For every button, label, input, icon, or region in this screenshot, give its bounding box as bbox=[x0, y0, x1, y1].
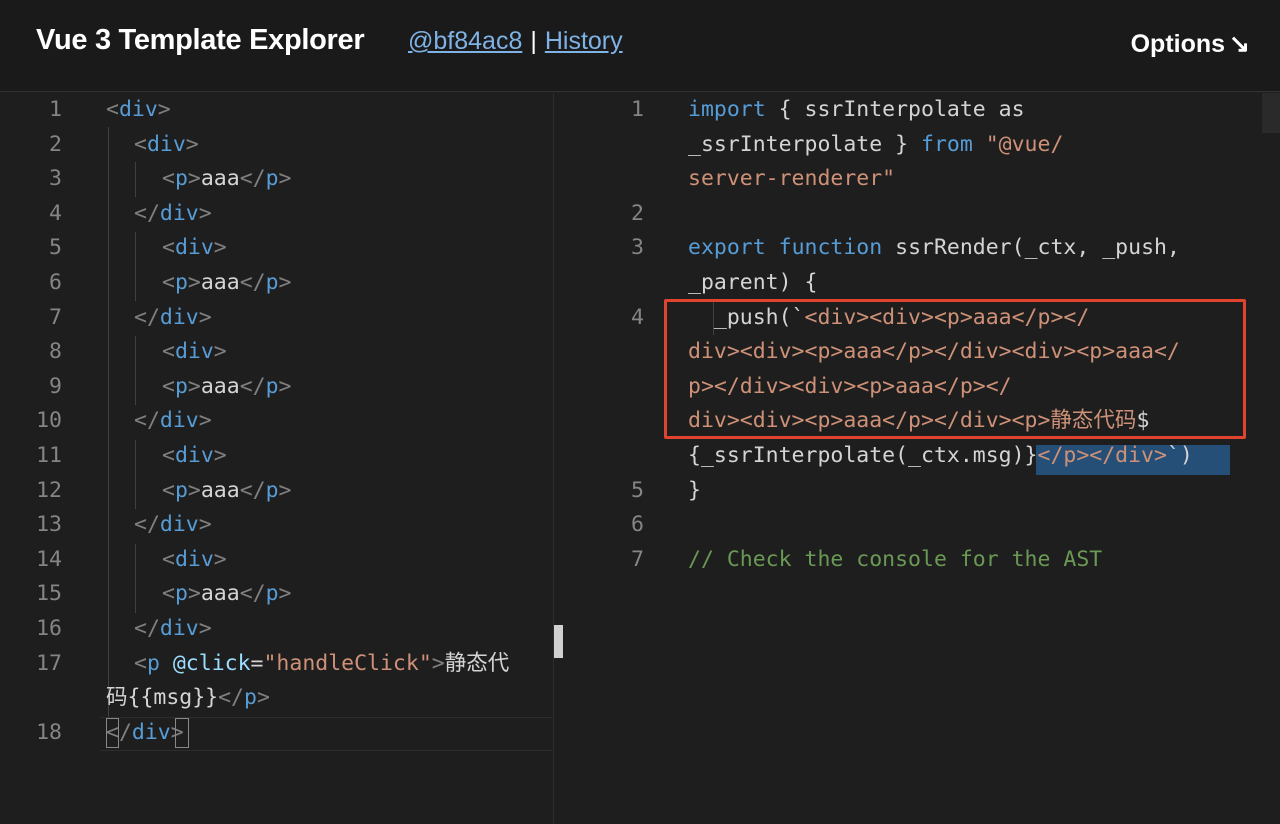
history-link[interactable]: History bbox=[545, 27, 623, 55]
code-line: import { ssrInterpolate as bbox=[688, 97, 1025, 122]
code-line: } bbox=[688, 477, 701, 503]
code-line: // Check the console for the AST bbox=[688, 546, 1103, 572]
code-line: server-renderer" bbox=[688, 166, 896, 192]
code-line: <p>aaa</p> bbox=[162, 166, 292, 192]
header-links: @bf84ac8 | History bbox=[408, 27, 623, 56]
line-number: 1 bbox=[49, 97, 62, 122]
indent-guide bbox=[135, 336, 136, 405]
link-separator: | bbox=[530, 27, 537, 55]
options-button[interactable]: Options ↘ bbox=[1131, 29, 1250, 59]
code-line: {_ssrInterpolate(_ctx.msg)}</p></div>`) bbox=[688, 443, 1193, 468]
arrow-down-right-icon: ↘ bbox=[1229, 30, 1250, 58]
line-number: 14 bbox=[36, 546, 62, 572]
line-number: 6 bbox=[631, 512, 644, 538]
commit-link[interactable]: @bf84ac8 bbox=[408, 27, 522, 55]
indent-guide bbox=[135, 232, 136, 301]
options-label: Options bbox=[1130, 30, 1226, 58]
code-line: _ssrInterpolate } from "@vue/ bbox=[688, 131, 1064, 157]
code-line: <p>aaa</p> bbox=[162, 373, 292, 399]
bracket-match-close bbox=[175, 718, 189, 748]
line-number: 6 bbox=[49, 270, 62, 295]
line-number: 2 bbox=[49, 131, 62, 157]
app-header: Vue 3 Template Explorer @bf84ac8 | History… bbox=[0, 0, 1280, 92]
line-number: 11 bbox=[36, 443, 62, 468]
line-number: 1 bbox=[631, 97, 644, 122]
code-line: <p @click="handleClick">静态代 bbox=[134, 650, 510, 676]
line-number: 13 bbox=[36, 512, 62, 538]
line-number: 15 bbox=[36, 581, 62, 607]
line-number: 7 bbox=[49, 304, 62, 330]
line-number: 5 bbox=[631, 477, 644, 503]
line-number: 4 bbox=[49, 200, 62, 226]
code-line: </div> bbox=[134, 304, 212, 330]
code-line: <div> bbox=[162, 339, 227, 365]
code-line: </div> bbox=[134, 408, 212, 434]
annotation-highlight-box bbox=[664, 299, 1246, 439]
indent-guide bbox=[108, 127, 109, 647]
line-number: 17 bbox=[36, 650, 62, 676]
line-number: 8 bbox=[49, 339, 62, 365]
line-number: 9 bbox=[49, 373, 62, 399]
indent-guide bbox=[135, 162, 136, 197]
code-line: </div> bbox=[134, 512, 212, 538]
scrollbar[interactable] bbox=[1262, 93, 1280, 133]
app-title: Vue 3 Template Explorer bbox=[36, 24, 365, 56]
line-number: 12 bbox=[36, 477, 62, 503]
code-line: <p>aaa</p> bbox=[162, 477, 292, 503]
line-number: 7 bbox=[631, 546, 644, 572]
code-line: export function ssrRender(_ctx, _push, bbox=[688, 235, 1180, 261]
code-line: </div> bbox=[134, 200, 212, 226]
code-line: </div> bbox=[134, 616, 212, 641]
code-line: <div> bbox=[162, 235, 227, 261]
code-line: <p>aaa</p> bbox=[162, 270, 292, 295]
line-number: 2 bbox=[631, 200, 644, 226]
line-number: 16 bbox=[36, 616, 62, 641]
line-number: 18 bbox=[36, 719, 62, 745]
code-line: <div> bbox=[162, 443, 227, 468]
line-number: 3 bbox=[631, 235, 644, 261]
line-number: 10 bbox=[36, 408, 62, 434]
bracket-match-open bbox=[106, 718, 119, 748]
template-editor[interactable]: 1 2 3 4 5 6 7 8 9 10 11 12 13 14 15 16 1… bbox=[0, 93, 552, 824]
code-line: 码{{msg}}</p> bbox=[106, 685, 270, 711]
code-line: _parent) { bbox=[688, 270, 818, 295]
code-line: <p>aaa</p> bbox=[162, 581, 292, 607]
code-line: <div> bbox=[134, 131, 199, 157]
code-line: <div> bbox=[106, 97, 171, 122]
output-editor[interactable]: 1 2 3 4 5 6 7 import { ssrInterpolate as… bbox=[553, 93, 1280, 824]
line-number: 4 bbox=[631, 304, 644, 330]
code-line: <div> bbox=[162, 546, 227, 572]
indent-guide bbox=[135, 440, 136, 509]
line-number: 5 bbox=[49, 235, 62, 261]
line-number: 3 bbox=[49, 166, 62, 192]
indent-guide bbox=[135, 544, 136, 613]
